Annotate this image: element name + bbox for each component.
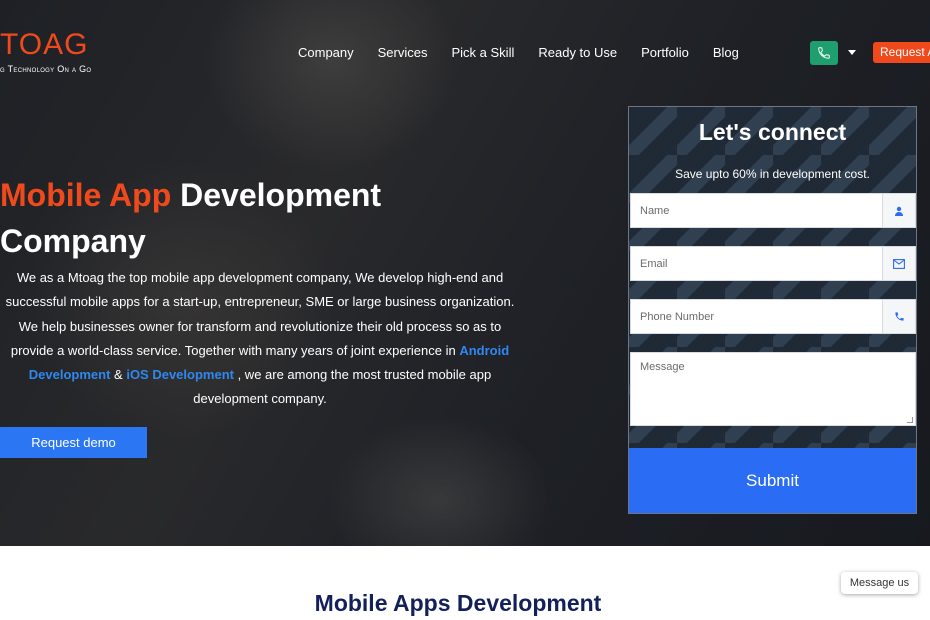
- user-icon: [882, 194, 915, 227]
- desc-and: &: [110, 367, 127, 383]
- email-placeholder: Email: [640, 258, 668, 270]
- section-title: Mobile Apps Development: [314, 590, 602, 616]
- ios-development-link[interactable]: iOS Development: [126, 367, 234, 382]
- nav-services[interactable]: Services: [378, 45, 428, 60]
- logo-tagline: g Technology On a Go: [0, 64, 92, 74]
- nav-portfolio[interactable]: Portfolio: [641, 45, 689, 60]
- request-quote-button[interactable]: Request A: [873, 42, 930, 63]
- message-us-button[interactable]: Message us: [841, 572, 918, 594]
- email-field[interactable]: Email: [630, 246, 916, 281]
- hero-description: We as a Mtoag the top mobile app develop…: [0, 266, 520, 412]
- desc-part1: We as a Mtoag the top mobile app develop…: [5, 270, 515, 358]
- name-field[interactable]: Name: [630, 193, 916, 228]
- nav-ready-to-use[interactable]: Ready to Use: [538, 45, 617, 60]
- headline-rest: Development: [171, 177, 382, 213]
- nav-pick-a-skill[interactable]: Pick a Skill: [452, 45, 515, 60]
- headline-accent: Mobile App: [0, 177, 172, 213]
- form-title: Let's connect: [698, 119, 847, 145]
- logo-word: TOAG: [0, 28, 89, 61]
- message-placeholder: Message: [640, 361, 685, 373]
- resize-handle[interactable]: [907, 417, 913, 423]
- envelope-icon: [882, 247, 915, 280]
- phone-placeholder: Phone Number: [640, 311, 714, 323]
- main-nav: Company Services Pick a Skill Ready to U…: [298, 45, 763, 60]
- phone-icon: [818, 47, 830, 59]
- desc-part2: , we are among the most trusted mobile a…: [193, 367, 492, 407]
- phone-icon: [882, 300, 915, 333]
- name-placeholder: Name: [640, 205, 670, 217]
- contact-form: Let's connect Save upto 60% in developme…: [628, 106, 917, 514]
- phone-button[interactable]: [810, 41, 838, 65]
- chevron-down-icon[interactable]: [848, 50, 856, 55]
- request-demo-button[interactable]: Request demo: [0, 427, 147, 458]
- form-subtitle: Save upto 60% in development cost.: [675, 167, 870, 181]
- hero-headline: Mobile App Development Company: [0, 172, 381, 264]
- nav-blog[interactable]: Blog: [713, 45, 739, 60]
- submit-button[interactable]: Submit: [629, 448, 916, 513]
- headline-line2: Company: [0, 223, 146, 259]
- phone-number-field[interactable]: Phone Number: [630, 299, 916, 334]
- message-textarea[interactable]: Message: [630, 352, 916, 426]
- nav-company[interactable]: Company: [298, 45, 354, 60]
- logo[interactable]: TOAG g Technology On a Go: [0, 28, 92, 75]
